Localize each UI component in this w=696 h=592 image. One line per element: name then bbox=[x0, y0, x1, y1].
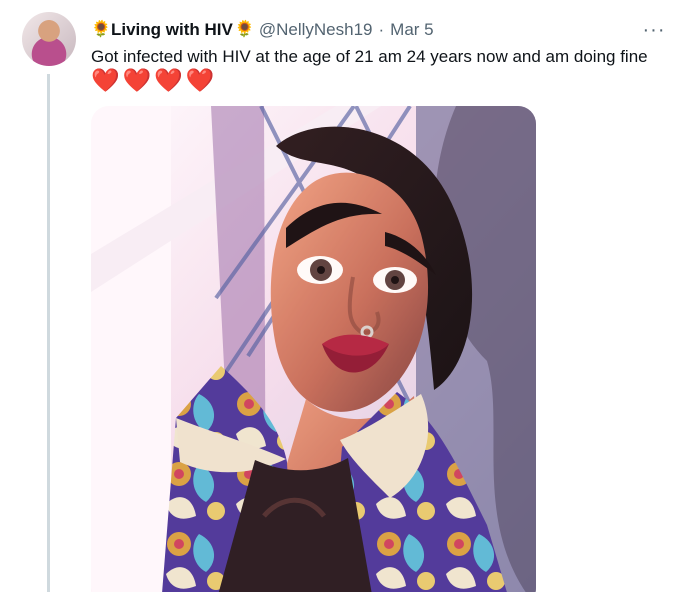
heart-icon: ❤️ bbox=[122, 67, 152, 93]
heart-icon: ❤️ bbox=[91, 67, 120, 93]
sunflower-icon: 🌻 bbox=[234, 21, 255, 38]
tweet-date[interactable]: Mar 5 bbox=[390, 18, 433, 42]
tweet-card[interactable]: 🌻 Living with HIV 🌻 @NellyNesh19 · Mar 5… bbox=[0, 0, 696, 592]
portrait-photo bbox=[91, 106, 536, 592]
heart-icon: ❤️ bbox=[185, 67, 215, 93]
author-name-link[interactable]: 🌻 Living with HIV 🌻 bbox=[91, 18, 255, 42]
tweet-text: Got infected with HIV at the age of 21 a… bbox=[91, 47, 648, 66]
more-options-icon[interactable]: ··· bbox=[642, 18, 666, 42]
heart-icon: ❤️ bbox=[154, 67, 183, 93]
tweet-header: 🌻 Living with HIV 🌻 @NellyNesh19 · Mar 5 bbox=[91, 18, 664, 42]
tweet-photo[interactable] bbox=[91, 106, 536, 592]
author-name[interactable]: Living with HIV bbox=[111, 18, 233, 42]
author-handle[interactable]: @NellyNesh19 bbox=[259, 18, 373, 42]
thread-line bbox=[47, 74, 50, 592]
avatar[interactable] bbox=[22, 12, 76, 66]
heart-emoji-row: ❤️ ❤️ ❤️ ❤️ bbox=[91, 67, 215, 93]
date-separator: · bbox=[378, 20, 385, 39]
sunflower-icon: 🌻 bbox=[91, 21, 111, 38]
